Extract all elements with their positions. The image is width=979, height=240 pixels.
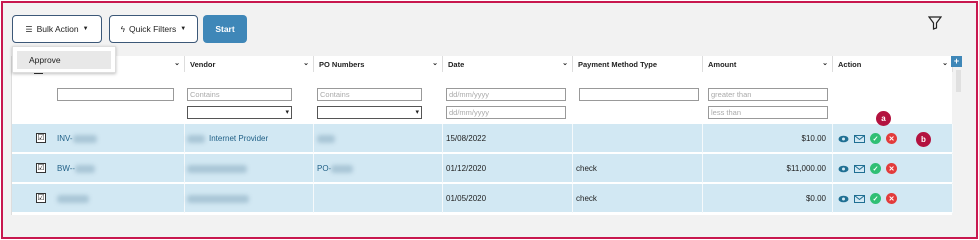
eye-icon[interactable]: [838, 193, 849, 204]
redacted-text: [317, 134, 335, 143]
column-header-amount[interactable]: Amount ⌄: [703, 56, 833, 72]
action-cell: ✓ ✕: [833, 154, 953, 183]
payment-method-cell: check: [576, 184, 703, 213]
invoice-cell[interactable]: [57, 184, 185, 213]
chevron-down-icon[interactable]: ⌄: [562, 59, 568, 67]
table-row[interactable]: ☑ 01/05/2020 check $0.00 ✓ ✕: [12, 184, 953, 213]
bulk-action-menu: Approve: [12, 46, 116, 73]
payment-method-cell: check: [576, 154, 703, 183]
column-header-vendor[interactable]: Vendor ⌄: [185, 56, 314, 72]
x-circle-icon[interactable]: ✕: [886, 193, 897, 204]
x-circle-icon[interactable]: ✕: [886, 133, 897, 144]
table-row[interactable]: ☑ INV- Internet Provider 15/08/2022 $10.…: [12, 124, 953, 153]
po-cell: [317, 184, 443, 213]
chevron-down-icon[interactable]: ⌄: [942, 59, 948, 67]
chevron-down-icon[interactable]: ⌄: [174, 59, 180, 67]
payment-method-filter-input[interactable]: [579, 88, 699, 101]
redacted-text: [187, 194, 249, 203]
check-circle-icon[interactable]: ✓: [870, 193, 881, 204]
vendor-filter-select[interactable]: ▾: [187, 106, 292, 119]
callout-marker-a: a: [876, 111, 891, 126]
list-icon: ☰: [25, 24, 33, 34]
column-header-date[interactable]: Date ⌄: [443, 56, 573, 72]
menu-item-approve[interactable]: Approve: [17, 51, 111, 69]
column-header-po-numbers[interactable]: PO Numbers ⌄: [314, 56, 443, 72]
chevron-down-icon[interactable]: ⌄: [432, 59, 438, 67]
check-circle-icon[interactable]: ✓: [870, 163, 881, 174]
eye-icon[interactable]: [838, 163, 849, 174]
eye-icon[interactable]: [838, 133, 849, 144]
date-cell: 15/08/2022: [446, 124, 573, 153]
add-column-button[interactable]: +: [951, 56, 962, 67]
date-to-input[interactable]: dd/mm/yyyy: [446, 106, 566, 119]
redacted-text: [75, 164, 96, 173]
payment-method-cell: [576, 124, 703, 153]
po-cell[interactable]: PO-: [317, 154, 443, 183]
envelope-icon[interactable]: [854, 163, 865, 174]
date-cell: 01/05/2020: [446, 184, 573, 213]
redacted-text: [57, 194, 89, 203]
po-filter-select[interactable]: ▾: [317, 106, 422, 119]
x-circle-icon[interactable]: ✕: [886, 163, 897, 174]
start-button[interactable]: Start: [203, 15, 247, 43]
po-cell[interactable]: [317, 124, 443, 153]
invoice-cell[interactable]: INV-: [57, 124, 185, 153]
redacted-text: [187, 164, 247, 173]
caret-down-icon: ▼: [180, 26, 187, 32]
amount-cell: $10.00: [703, 124, 833, 153]
vendor-cell: [187, 154, 314, 183]
check-circle-icon[interactable]: ✓: [870, 133, 881, 144]
lightning-icon: ϟ: [120, 24, 126, 34]
amount-min-input[interactable]: greater than: [708, 88, 828, 101]
caret-down-icon: ▼: [82, 26, 89, 32]
callout-marker-b: b: [916, 132, 931, 147]
column-header-action[interactable]: Action ⌄: [833, 56, 953, 72]
invoice-table: ⌄ Vendor ⌄ PO Numbers ⌄ Date ⌄ Payment M…: [11, 56, 953, 215]
action-cell: ✓ ✕: [833, 124, 953, 153]
amount-max-input[interactable]: less than: [708, 106, 828, 119]
chevron-down-icon[interactable]: ⌄: [303, 59, 309, 67]
envelope-icon[interactable]: [854, 193, 865, 204]
column-header-payment-method[interactable]: Payment Method Type: [573, 56, 703, 72]
quick-filters-button[interactable]: ϟ Quick Filters ▼: [109, 15, 198, 43]
chevron-down-icon[interactable]: ⌄: [822, 59, 828, 67]
date-from-input[interactable]: dd/mm/yyyy: [446, 88, 566, 101]
date-cell: 01/12/2020: [446, 154, 573, 183]
amount-cell: $0.00: [703, 184, 833, 213]
po-filter-input[interactable]: Contains: [317, 88, 422, 101]
row-checkbox[interactable]: ☑: [36, 163, 46, 173]
invoice-cell[interactable]: BW--: [57, 154, 185, 183]
vertical-scrollbar[interactable]: [956, 70, 961, 92]
vendor-filter-input[interactable]: Contains: [187, 88, 292, 101]
envelope-icon[interactable]: [854, 133, 865, 144]
row-checkbox[interactable]: ☑: [36, 193, 46, 203]
redacted-text: [72, 134, 97, 143]
vendor-cell: Internet Provider: [187, 124, 314, 153]
table-row[interactable]: ☑ BW-- PO- 01/12/2020 check $11,000.00 ✓…: [12, 154, 953, 183]
bulk-action-button[interactable]: ☰ Bulk Action ▼: [12, 15, 102, 43]
row-checkbox[interactable]: ☑: [36, 133, 46, 143]
amount-cell: $11,000.00: [703, 154, 833, 183]
vendor-cell: [187, 184, 314, 213]
redacted-text: [187, 134, 205, 143]
action-cell: ✓ ✕: [833, 184, 953, 213]
invoice-filter-input[interactable]: [57, 88, 174, 101]
funnel-icon[interactable]: [928, 16, 942, 30]
redacted-text: [331, 164, 354, 173]
